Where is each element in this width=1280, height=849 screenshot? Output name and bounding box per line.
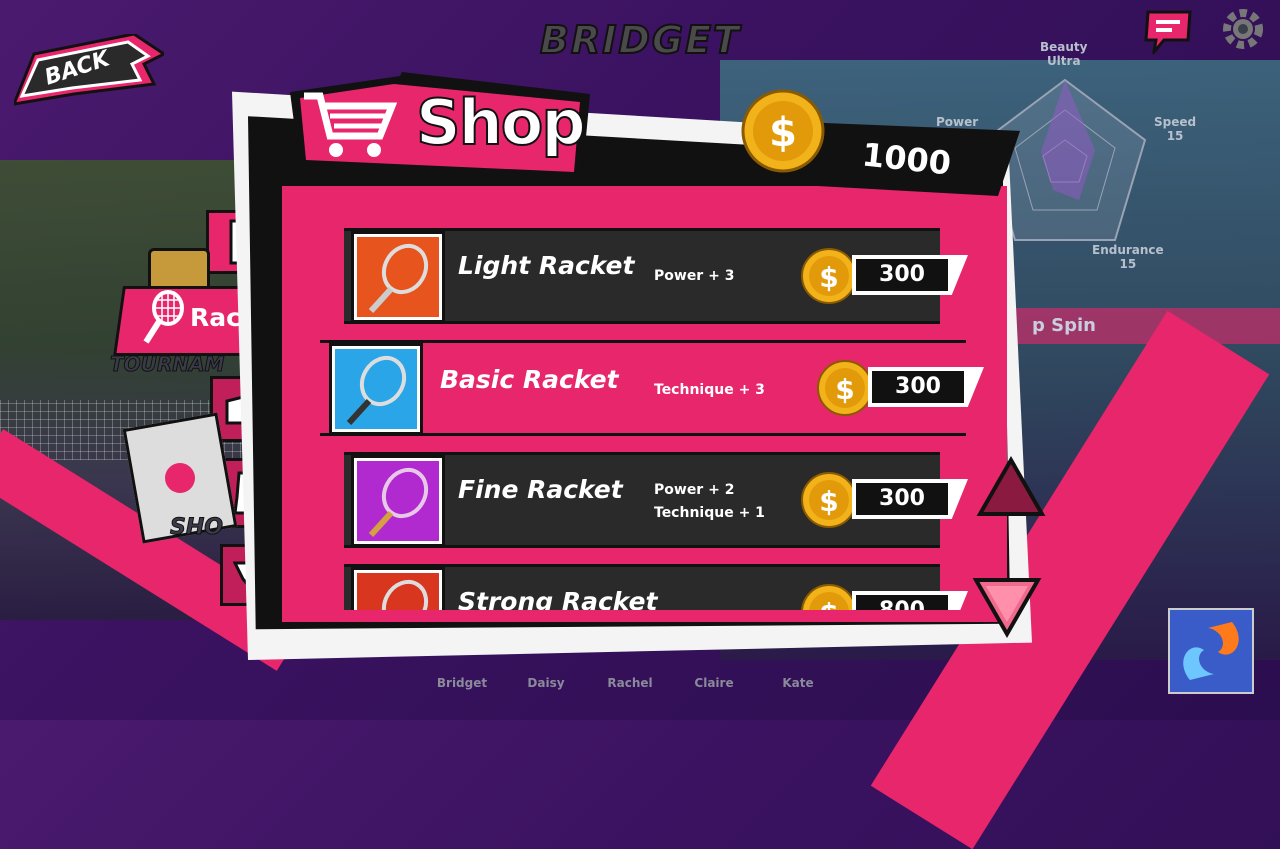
item-thumbnail [351,455,445,547]
chat-icon [1144,10,1192,58]
coin-icon: $ [817,360,873,416]
svg-text:$: $ [819,261,838,294]
coin-icon: $ [741,89,825,173]
stat-power-label: Power [936,115,979,129]
character-kate[interactable]: Kate [756,660,840,700]
list-item[interactable]: Fine Racket Power + 2 Technique + 1 $ 30… [344,452,968,548]
buy-button[interactable]: 300 [868,367,984,407]
svg-text:$: $ [835,373,854,406]
coin-icon: $ [801,472,857,528]
racket-icon [368,243,429,314]
settings-button[interactable] [1220,6,1266,52]
list-item[interactable]: Light Racket Power + 3 $ 300 [344,228,968,324]
chat-button[interactable] [1144,8,1194,58]
stat-endurance-label: Endurance [1092,243,1164,257]
character-name: BRIDGET [539,17,741,63]
racket-icon [381,579,429,610]
svg-text:$: $ [819,485,838,518]
scroll-up-button[interactable] [976,456,1046,518]
gear-icon [1223,9,1263,49]
stat-endurance-value: 15 [1119,257,1137,271]
item-name: Strong Racket [458,587,658,610]
buy-button[interactable]: 800 [852,591,968,610]
character-rachel[interactable]: Rachel [588,660,672,700]
item-price: 300 [856,259,948,291]
stat-beauty-label: Beauty [1040,40,1088,54]
item-price: 800 [856,595,948,610]
character-bar: Bridget Daisy Rachel Claire Kate [420,660,880,700]
corner-logo [1168,608,1254,694]
stat-speed-value: 15 [1166,129,1184,143]
item-stat: Technique + 1 [654,505,765,521]
stat-speed: Speed 15 [1154,115,1196,143]
item-stat: Power + 2 [654,482,735,498]
item-price: 300 [856,483,948,515]
list-item-selected[interactable]: Basic Racket Technique + 3 $ 300 [320,340,984,436]
item-stat: Power + 3 [654,268,735,284]
racket-icon [346,355,407,426]
character-bridget[interactable]: Bridget [420,660,504,700]
item-name: Basic Racket [440,365,619,394]
scroll-down-button[interactable] [972,576,1042,638]
stat-beauty: Beauty Ultra [1040,40,1087,68]
racket-icon [368,467,429,538]
buy-button[interactable]: 300 [852,255,968,295]
item-list[interactable]: Light Racket Power + 3 $ 300 Basic Racke… [300,222,1000,610]
stat-speed-label: Speed [1154,115,1197,129]
character-daisy[interactable]: Daisy [504,660,588,700]
item-stat: Technique + 3 [654,382,765,398]
list-item[interactable]: Strong Racket $ 800 [344,564,968,610]
svg-text:$: $ [819,597,838,610]
buy-button[interactable]: 300 [852,479,968,519]
coin-icon: $ [801,584,857,610]
item-name: Light Racket [458,251,635,280]
item-thumbnail [329,343,423,435]
skill-label: p Spin [1010,308,1280,344]
item-name: Fine Racket [458,475,623,504]
stat-beauty-value: Ultra [1046,54,1081,68]
svg-text:$: $ [769,110,797,156]
stat-endurance: Endurance 15 [1092,243,1164,271]
fire-water-logo-icon [1170,610,1252,692]
item-thumbnail [351,567,445,610]
item-price: 300 [872,371,964,403]
coin-icon: $ [801,248,857,304]
cart-icon [304,92,398,157]
shop-title: Shop [415,85,587,160]
character-claire[interactable]: Claire [672,660,756,700]
side-shop-label: SHO [170,515,224,541]
item-thumbnail [351,231,445,323]
racket-icon [143,290,184,344]
